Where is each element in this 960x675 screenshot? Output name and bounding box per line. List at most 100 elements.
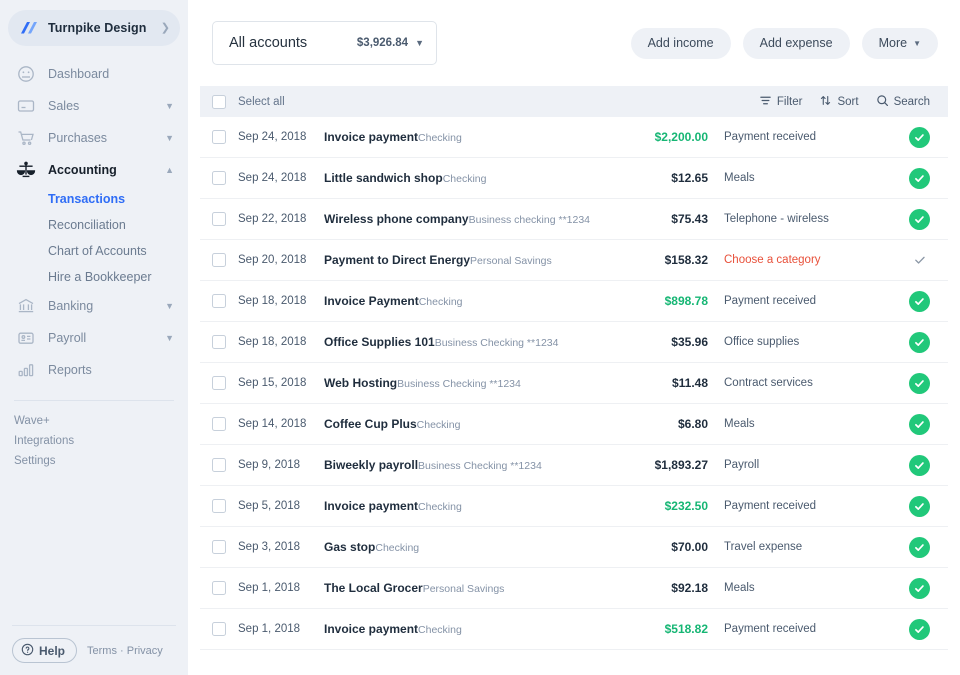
table-row[interactable]: Sep 24, 2018Little sandwich shopChecking… [200, 158, 948, 199]
sidebar-link-wave-plus[interactable]: Wave+ [0, 411, 188, 431]
row-checkbox[interactable] [212, 499, 226, 513]
sidebar-item-sales[interactable]: Sales ▼ [0, 90, 188, 122]
sidebar-item-label: Accounting [48, 163, 165, 177]
row-description: Invoice PaymentChecking [314, 292, 604, 310]
sidebar-item-label: Dashboard [48, 67, 174, 81]
sidebar-item-accounting[interactable]: Accounting ▲ [0, 154, 188, 186]
row-status [904, 537, 930, 558]
verified-check-icon[interactable] [909, 455, 930, 476]
table-row[interactable]: Sep 20, 2018Payment to Direct EnergyPers… [200, 240, 948, 281]
sidebar-item-chart-of-accounts[interactable]: Chart of Accounts [0, 238, 188, 264]
table-row[interactable]: Sep 1, 2018Invoice paymentChecking$518.8… [200, 609, 948, 650]
row-checkbox[interactable] [212, 130, 226, 144]
verified-check-icon[interactable] [909, 578, 930, 599]
filter-button[interactable]: Filter [759, 94, 803, 110]
row-checkbox[interactable] [212, 294, 226, 308]
row-description: Invoice paymentChecking [314, 497, 604, 515]
row-description-title: Invoice payment [324, 622, 418, 636]
row-category: Payment received [708, 623, 904, 635]
table-row[interactable]: Sep 24, 2018Invoice paymentChecking$2,20… [200, 117, 948, 158]
row-description: Coffee Cup PlusChecking [314, 415, 604, 433]
row-amount: $70.00 [604, 540, 708, 554]
sidebar-item-dashboard[interactable]: Dashboard [0, 58, 188, 90]
row-description-title: Web Hosting [324, 376, 397, 390]
primary-nav: Dashboard Sales ▼ [0, 58, 188, 386]
row-checkbox[interactable] [212, 212, 226, 226]
row-category: Meals [708, 418, 904, 430]
table-row[interactable]: Sep 9, 2018Biweekly payrollBusiness Chec… [200, 445, 948, 486]
table-row[interactable]: Sep 14, 2018Coffee Cup PlusChecking$6.80… [200, 404, 948, 445]
row-checkbox[interactable] [212, 540, 226, 554]
row-checkbox[interactable] [212, 622, 226, 636]
table-row[interactable]: Sep 3, 2018Gas stopChecking$70.00Travel … [200, 527, 948, 568]
table-row[interactable]: Sep 18, 2018Invoice PaymentChecking$898.… [200, 281, 948, 322]
row-checkbox[interactable] [212, 376, 226, 390]
table-body: Sep 24, 2018Invoice paymentChecking$2,20… [200, 117, 948, 650]
footer-divider [12, 625, 176, 626]
caret-down-icon: ▼ [415, 38, 424, 48]
table-row[interactable]: Sep 5, 2018Invoice paymentChecking$232.5… [200, 486, 948, 527]
verified-check-icon[interactable] [909, 414, 930, 435]
sidebar-item-purchases[interactable]: Purchases ▼ [0, 122, 188, 154]
more-button[interactable]: More ▼ [862, 28, 938, 59]
row-amount: $898.78 [604, 294, 708, 308]
table-row[interactable]: Sep 15, 2018Web HostingBusiness Checking… [200, 363, 948, 404]
sidebar-item-reconciliation[interactable]: Reconciliation [0, 212, 188, 238]
table-row[interactable]: Sep 22, 2018Wireless phone companyBusine… [200, 199, 948, 240]
sidebar-link-integrations[interactable]: Integrations [0, 431, 188, 451]
main-content: All accounts $3,926.84 ▼ Add income Add … [188, 0, 960, 675]
row-date: Sep 18, 2018 [238, 336, 314, 348]
verified-check-icon[interactable] [909, 209, 930, 230]
sidebar-subitem-label: Chart of Accounts [48, 244, 147, 258]
terms-privacy-links[interactable]: Terms · Privacy [87, 645, 163, 657]
brand-switcher[interactable]: Turnpike Design ❯ [8, 10, 180, 46]
sort-button[interactable]: Sort [819, 94, 858, 110]
sidebar-item-reports[interactable]: Reports [0, 354, 188, 386]
row-checkbox[interactable] [212, 581, 226, 595]
row-checkbox[interactable] [212, 335, 226, 349]
row-category: Payment received [708, 295, 904, 307]
row-account: Checking [443, 173, 487, 185]
row-description-title: Invoice payment [324, 130, 418, 144]
table-row[interactable]: Sep 18, 2018Office Supplies 101Business … [200, 322, 948, 363]
sidebar-item-label: Banking [48, 299, 165, 313]
sidebar-item-payroll[interactable]: Payroll ▼ [0, 322, 188, 354]
row-status [904, 250, 930, 271]
row-checkbox[interactable] [212, 417, 226, 431]
verified-check-icon[interactable] [909, 619, 930, 640]
row-category: Payment received [708, 131, 904, 143]
unverified-check-icon[interactable] [909, 250, 930, 271]
verified-check-icon[interactable] [909, 332, 930, 353]
help-button[interactable]: Help [12, 638, 77, 663]
row-checkbox[interactable] [212, 253, 226, 267]
row-checkbox[interactable] [212, 458, 226, 472]
row-checkbox[interactable] [212, 171, 226, 185]
sidebar-item-transactions[interactable]: Transactions [0, 186, 188, 212]
account-selector[interactable]: All accounts $3,926.84 ▼ [212, 21, 437, 65]
verified-check-icon[interactable] [909, 537, 930, 558]
row-status [904, 455, 930, 476]
verified-check-icon[interactable] [909, 127, 930, 148]
row-amount: $2,200.00 [604, 130, 708, 144]
sidebar-item-banking[interactable]: Banking ▼ [0, 290, 188, 322]
row-description: Office Supplies 101Business Checking **1… [314, 333, 604, 351]
table-row[interactable]: Sep 1, 2018The Local GrocerPersonal Savi… [200, 568, 948, 609]
sidebar-link-settings[interactable]: Settings [0, 451, 188, 471]
row-description: Web HostingBusiness Checking **1234 [314, 374, 604, 392]
search-button[interactable]: Search [876, 94, 930, 110]
table-tools: Filter Sort [759, 94, 930, 110]
add-expense-button[interactable]: Add expense [743, 28, 850, 59]
choose-category-link[interactable]: Choose a category [708, 254, 904, 266]
row-description-title: Gas stop [324, 540, 375, 554]
dashboard-gauge-icon [16, 64, 38, 84]
row-category: Meals [708, 582, 904, 594]
more-label: More [879, 36, 907, 50]
credit-card-icon [16, 96, 38, 116]
sidebar-item-hire-a-bookkeeper[interactable]: Hire a Bookkeeper [0, 264, 188, 290]
select-all-checkbox[interactable] [212, 95, 226, 109]
verified-check-icon[interactable] [909, 373, 930, 394]
verified-check-icon[interactable] [909, 496, 930, 517]
verified-check-icon[interactable] [909, 291, 930, 312]
add-income-button[interactable]: Add income [631, 28, 731, 59]
verified-check-icon[interactable] [909, 168, 930, 189]
